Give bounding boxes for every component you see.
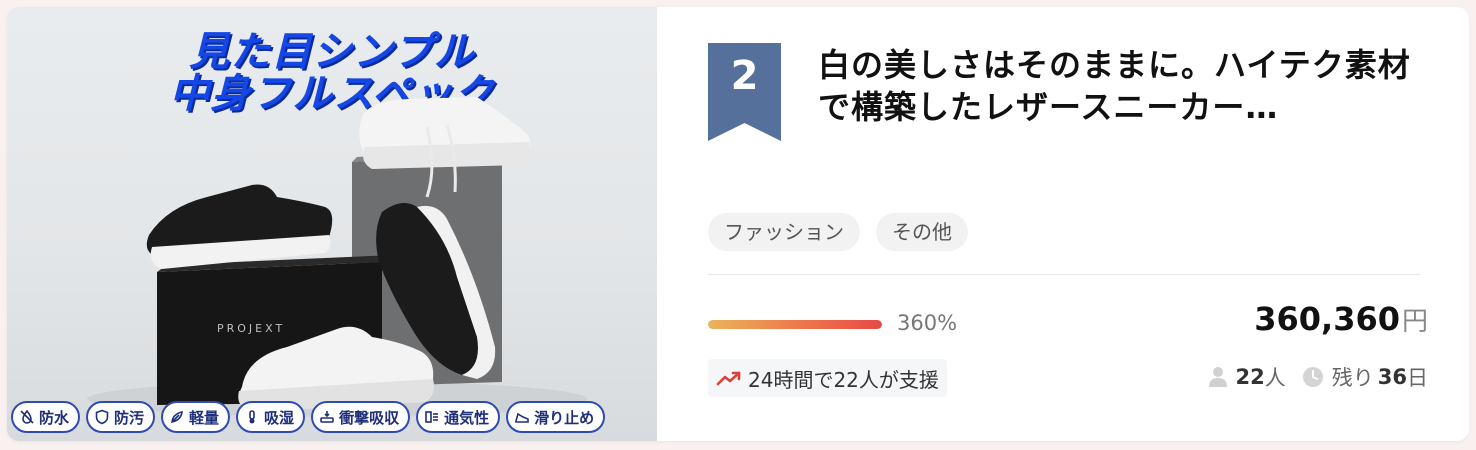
feature-label: 防汚 (114, 408, 145, 427)
feature-label: 衝撃吸収 (339, 408, 400, 427)
feature-badge-breathability: 通気性 (416, 401, 501, 433)
funding-progress-fill (708, 320, 882, 329)
sneaker-product-photo: PROJEXT (87, 97, 587, 417)
tag-other[interactable]: その他 (876, 213, 968, 251)
funding-amount: 360,360円 (1254, 300, 1428, 338)
funding-progress-bar (708, 320, 882, 329)
trend-text: 24時間で22人が支援 (748, 367, 939, 392)
trending-up-icon (716, 371, 741, 386)
supporters-unit: 人 (1264, 366, 1286, 390)
category-tags: ファッション その他 (708, 213, 968, 251)
amount-value: 360,360 (1254, 300, 1400, 338)
remaining-days: 36 (1377, 365, 1407, 389)
feature-label: 通気性 (444, 408, 490, 427)
feature-label: 吸湿 (264, 408, 295, 427)
divider (708, 274, 1420, 275)
funding-percent: 360% (897, 311, 958, 335)
thermometer-icon (249, 410, 255, 424)
supporters-stat: 22 人 (1208, 362, 1286, 392)
trend-badge: 24時間で22人が支援 (708, 359, 947, 397)
supporters-count: 22 (1235, 365, 1265, 389)
remaining-unit: 日 (1407, 366, 1428, 390)
project-stats: 22 人 残り 36 日 (1208, 362, 1428, 392)
feature-badge-stainproof: 防汚 (86, 401, 156, 433)
feature-label: 軽量 (189, 408, 220, 427)
no-water-icon (20, 409, 34, 424)
feather-icon (171, 410, 183, 424)
remaining-prefix: 残り (1331, 366, 1374, 390)
feature-label: 滑り止め (534, 408, 595, 427)
feature-badge-waterproof: 防水 (11, 401, 81, 433)
clock-icon (1302, 367, 1323, 387)
person-icon (1208, 367, 1227, 387)
project-thumbnail[interactable]: 見た目シンプル 中身フルスペック PROJEXT 防水 防汚 軽量 吸湿 衝撃吸… (7, 7, 657, 441)
shield-icon (95, 409, 109, 425)
box-brand-text: PROJEXT (217, 322, 285, 335)
cushion-icon (320, 411, 334, 423)
feature-badge-non-slip: 滑り止め (506, 401, 606, 433)
feature-badge-moisture: 吸湿 (236, 401, 306, 433)
rank-ribbon: 2 (708, 43, 781, 141)
feature-badge-shock-absorption: 衝撃吸収 (311, 401, 411, 433)
feature-label: 防水 (39, 408, 70, 427)
feature-badges: 防水 防汚 軽量 吸湿 衝撃吸収 通気性 滑り止め (7, 401, 657, 435)
amount-unit: 円 (1401, 307, 1428, 337)
shoe-grip-icon (515, 412, 529, 423)
tag-fashion[interactable]: ファッション (708, 213, 860, 251)
rank-number: 2 (730, 53, 759, 99)
feature-badge-lightweight: 軽量 (161, 401, 231, 433)
vent-icon (425, 411, 439, 423)
remaining-stat: 残り 36 日 (1302, 362, 1428, 392)
project-title[interactable]: 白の美しさはそのままに。ハイテク素材で構築したレザースニーカー… (818, 44, 1428, 128)
